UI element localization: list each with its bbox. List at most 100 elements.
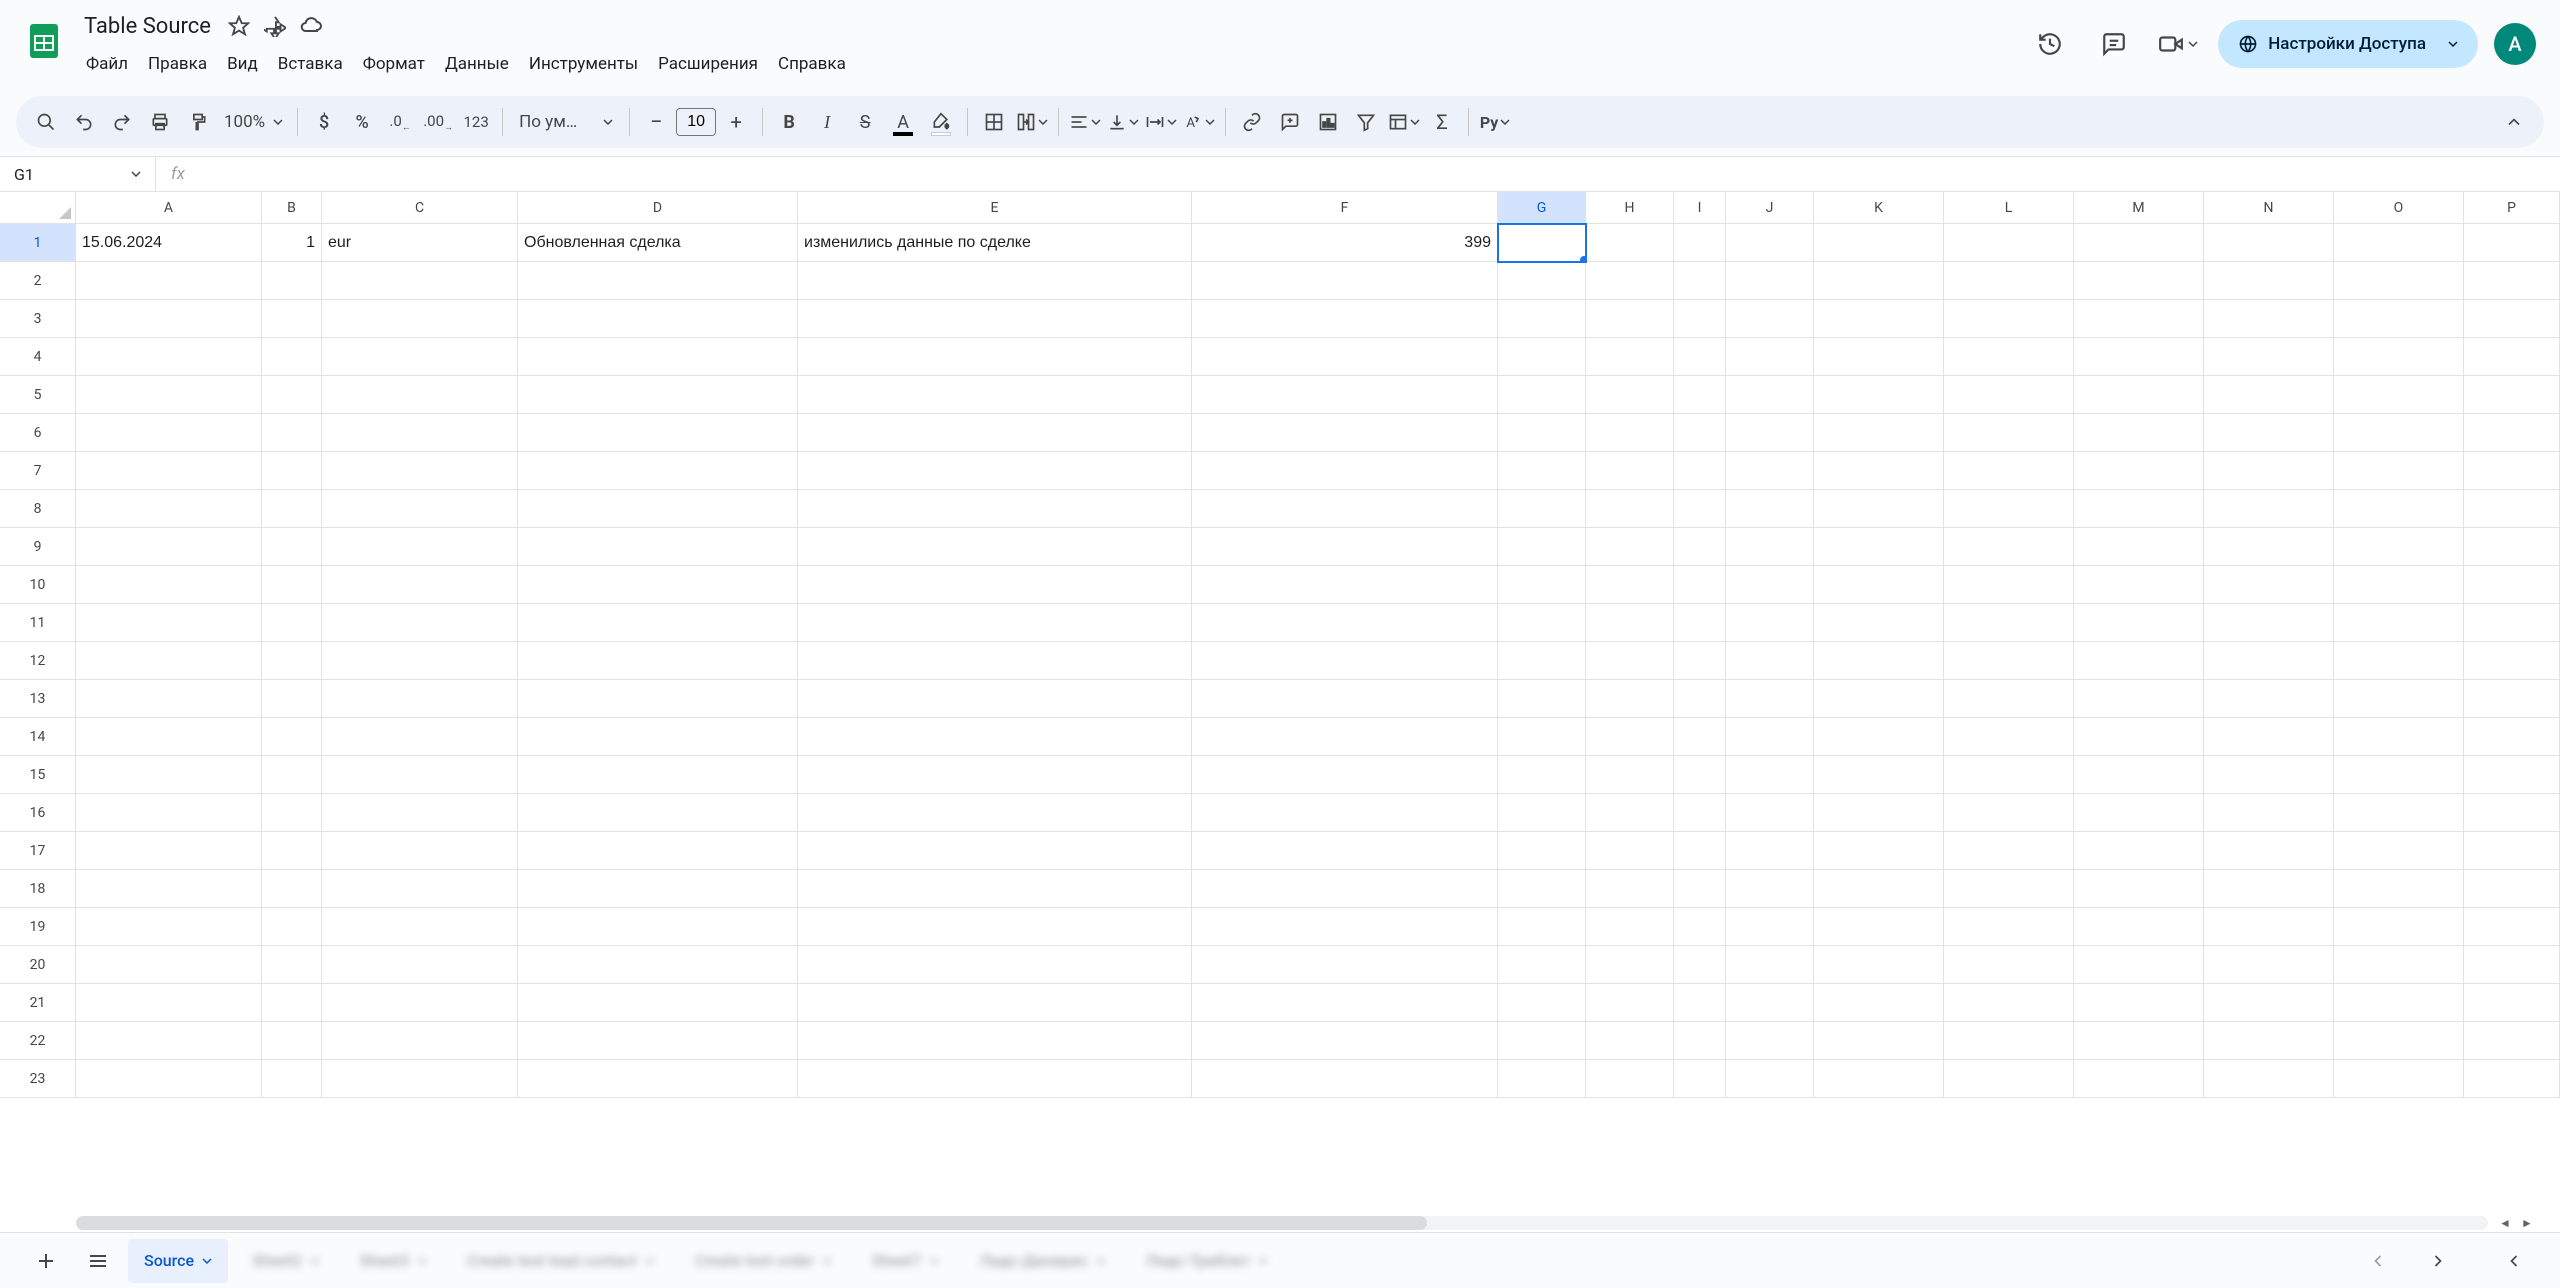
cell[interactable] (262, 566, 322, 604)
cell[interactable] (518, 908, 798, 946)
cell[interactable] (2074, 452, 2204, 490)
cell[interactable] (1192, 262, 1498, 300)
cell[interactable] (1586, 452, 1674, 490)
cell[interactable] (1944, 642, 2074, 680)
currency-icon[interactable]: $ (306, 104, 342, 140)
zoom-dropdown[interactable]: 100% (218, 104, 289, 140)
cell[interactable] (2464, 490, 2560, 528)
cell[interactable] (1498, 794, 1586, 832)
cell[interactable] (2464, 642, 2560, 680)
cell[interactable] (1944, 718, 2074, 756)
app-logo[interactable] (16, 12, 72, 68)
cell[interactable] (2204, 224, 2334, 262)
avatar[interactable]: A (2494, 23, 2536, 65)
row-header[interactable]: 18 (0, 870, 76, 908)
cell[interactable] (518, 794, 798, 832)
cell[interactable] (2074, 642, 2204, 680)
cell[interactable] (1814, 452, 1944, 490)
add-comment-icon[interactable] (1272, 104, 1308, 140)
column-header[interactable]: A (76, 192, 262, 224)
cell[interactable] (76, 642, 262, 680)
cell[interactable]: 15.06.2024 (76, 224, 262, 262)
cell[interactable] (2464, 984, 2560, 1022)
cell[interactable] (1498, 908, 1586, 946)
menu-edit[interactable]: Правка (138, 50, 217, 78)
cell[interactable] (76, 1022, 262, 1060)
cell[interactable] (76, 1060, 262, 1098)
column-header[interactable]: E (798, 192, 1192, 224)
cell[interactable] (2204, 1022, 2334, 1060)
cell[interactable] (2464, 718, 2560, 756)
spreadsheet-grid[interactable]: ABCDEFGHIJKLMNOP 115.06.20241eurОбновлен… (0, 192, 2560, 1232)
cell[interactable] (1944, 870, 2074, 908)
collapse-toolbar-icon[interactable] (2496, 104, 2532, 140)
cell[interactable] (322, 490, 518, 528)
sheet-tab[interactable]: Sheet3 (344, 1239, 444, 1283)
column-header[interactable]: P (2464, 192, 2560, 224)
menu-format[interactable]: Формат (353, 50, 435, 78)
cell[interactable] (1498, 642, 1586, 680)
row-header[interactable]: 14 (0, 718, 76, 756)
cell[interactable] (1586, 490, 1674, 528)
cell[interactable] (2204, 452, 2334, 490)
cell[interactable] (76, 794, 262, 832)
cell[interactable] (2074, 376, 2204, 414)
cell[interactable] (2464, 414, 2560, 452)
cell[interactable] (1726, 794, 1814, 832)
cell[interactable] (76, 528, 262, 566)
cell[interactable] (1944, 300, 2074, 338)
cell[interactable] (322, 566, 518, 604)
cell[interactable] (1944, 604, 2074, 642)
cell[interactable] (2074, 718, 2204, 756)
cell[interactable] (1192, 376, 1498, 414)
cell[interactable] (262, 946, 322, 984)
search-icon[interactable] (28, 104, 64, 140)
cell[interactable] (518, 528, 798, 566)
cell[interactable] (2204, 832, 2334, 870)
cell[interactable] (322, 338, 518, 376)
cell[interactable] (2334, 946, 2464, 984)
comment-icon[interactable] (2090, 20, 2138, 68)
cell[interactable] (1726, 1060, 1814, 1098)
cell[interactable] (2464, 566, 2560, 604)
text-color-icon[interactable]: A (885, 104, 921, 140)
cell[interactable] (2464, 262, 2560, 300)
cell[interactable] (2334, 262, 2464, 300)
move-icon[interactable] (263, 14, 287, 38)
cell[interactable] (2334, 756, 2464, 794)
cell[interactable] (76, 832, 262, 870)
cell[interactable] (1674, 832, 1726, 870)
cell[interactable] (1674, 262, 1726, 300)
cell[interactable] (1814, 794, 1944, 832)
cell[interactable] (2334, 566, 2464, 604)
cell[interactable] (2464, 680, 2560, 718)
cell[interactable] (1944, 756, 2074, 794)
cell[interactable] (1814, 300, 1944, 338)
cell[interactable] (1944, 794, 2074, 832)
cell[interactable] (1814, 832, 1944, 870)
cell[interactable] (262, 870, 322, 908)
cell[interactable] (1674, 946, 1726, 984)
row-header[interactable]: 12 (0, 642, 76, 680)
cell[interactable] (262, 832, 322, 870)
cell[interactable] (2334, 680, 2464, 718)
row-header[interactable]: 17 (0, 832, 76, 870)
row-header[interactable]: 3 (0, 300, 76, 338)
cell[interactable] (1192, 338, 1498, 376)
cell[interactable] (1726, 756, 1814, 794)
cell[interactable] (2464, 1060, 2560, 1098)
cell[interactable] (2204, 414, 2334, 452)
cell[interactable] (76, 490, 262, 528)
cell[interactable] (1814, 984, 1944, 1022)
cell[interactable] (1674, 870, 1726, 908)
cell[interactable] (1814, 604, 1944, 642)
italic-icon[interactable]: I (809, 104, 845, 140)
cell[interactable] (1944, 1022, 2074, 1060)
cell[interactable] (518, 300, 798, 338)
rotate-icon[interactable]: A (1181, 104, 1217, 140)
cell[interactable] (262, 642, 322, 680)
row-header[interactable]: 1 (0, 224, 76, 262)
cell[interactable] (2464, 452, 2560, 490)
cell[interactable] (1726, 642, 1814, 680)
cloud-icon[interactable] (299, 14, 323, 38)
